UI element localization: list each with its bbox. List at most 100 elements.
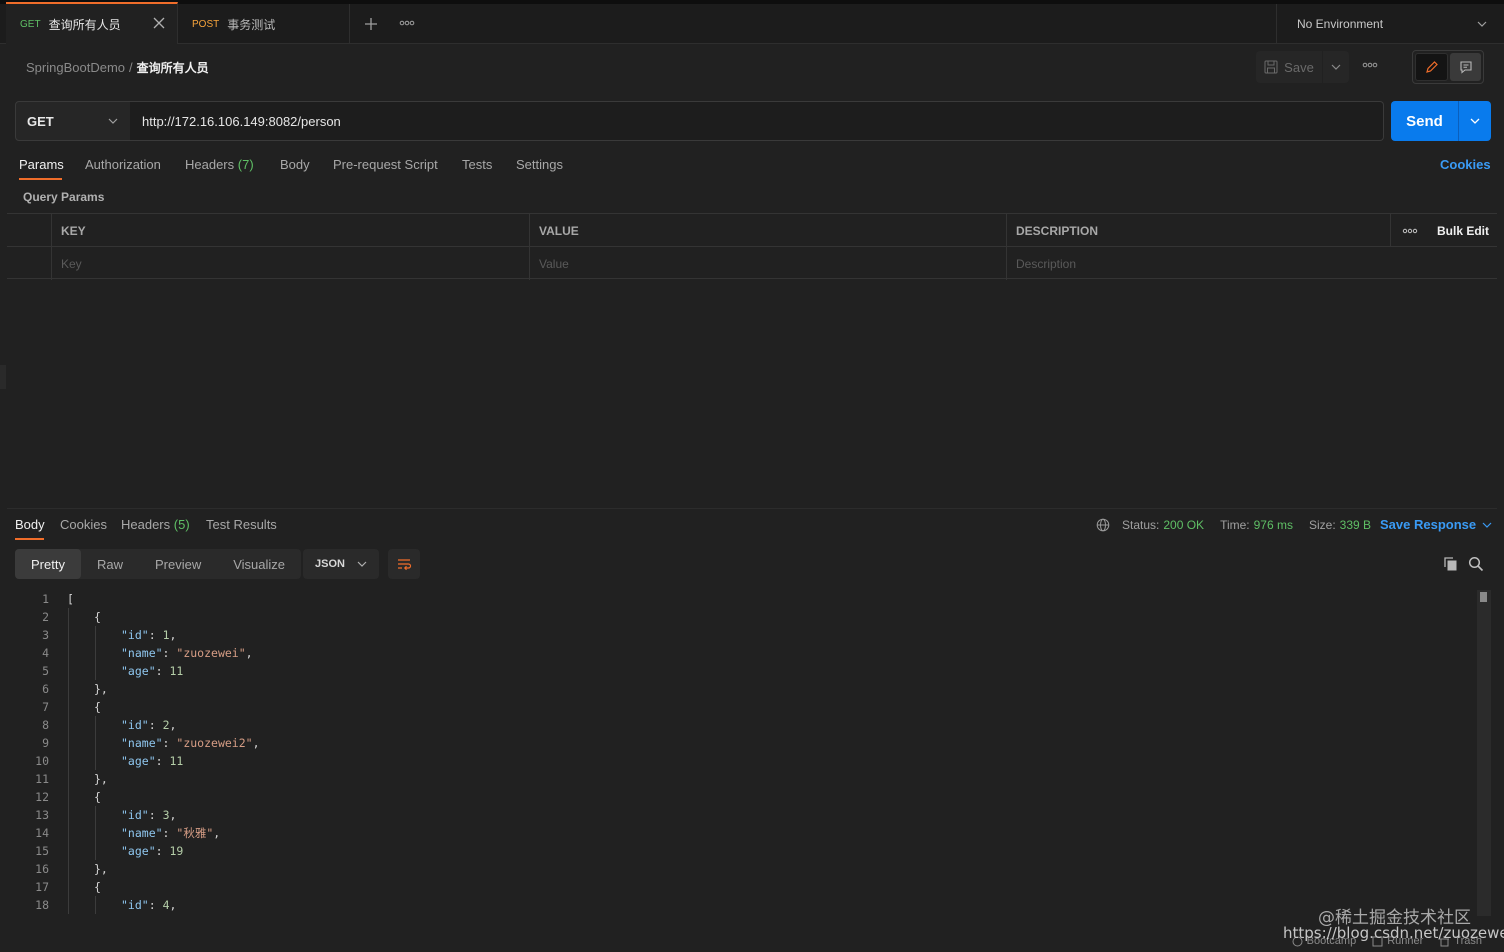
code-token: },	[94, 862, 108, 876]
bulk-edit-button[interactable]: Bulk Edit	[1428, 214, 1497, 247]
close-icon[interactable]	[153, 17, 165, 29]
tab-title: 事务测试	[227, 17, 276, 32]
response-tab-cookies[interactable]: Cookies	[60, 517, 107, 532]
globe-icon[interactable]	[1096, 518, 1110, 532]
save-button[interactable]: Save	[1256, 51, 1322, 83]
tab-authorization[interactable]: Authorization	[85, 157, 161, 172]
tab-get-request[interactable]: GET 查询所有人员	[6, 2, 178, 44]
comments-button[interactable]	[1450, 53, 1481, 81]
code-line: 2{	[7, 608, 1475, 626]
table-more-options-icon[interactable]	[1390, 214, 1428, 247]
code-token: ,	[169, 628, 177, 642]
table-header-row: KEY VALUE DESCRIPTION Bulk Edit	[7, 213, 1497, 247]
response-body-code[interactable]: 1[2{3 "id": 1, 4 "name": "zuozewei", 5 "age":…	[7, 590, 1475, 922]
code-token: :	[148, 808, 163, 822]
send-dropdown-chevron-icon[interactable]	[1459, 116, 1491, 126]
save-dropdown-button[interactable]	[1323, 51, 1349, 83]
code-token: "name"	[121, 646, 163, 660]
environment-selector[interactable]: No Environment	[1276, 4, 1504, 44]
view-preview-button[interactable]: Preview	[139, 549, 217, 579]
code-token: {	[94, 610, 101, 624]
response-meta: Status: 200 OK Time: 976 ms Size: 339 B	[1096, 518, 1371, 532]
scrollbar[interactable]	[1477, 590, 1491, 916]
tab-body[interactable]: Body	[280, 157, 310, 172]
code-token: ,	[245, 646, 253, 660]
line-number: 1	[42, 592, 49, 606]
code-token: },	[94, 682, 108, 696]
code-token: :	[162, 646, 177, 660]
indent-guide	[95, 662, 96, 680]
tab-params[interactable]: Params	[19, 157, 64, 172]
code-line: 10 "age": 11	[7, 752, 1475, 770]
cookies-link[interactable]: Cookies	[1440, 157, 1491, 172]
code-token: 3	[162, 808, 170, 822]
view-raw-button[interactable]: Raw	[81, 549, 139, 579]
code-token: ,	[169, 898, 177, 912]
breadcrumb-collection[interactable]: SpringBootDemo	[26, 60, 125, 75]
view-pretty-button[interactable]: Pretty	[15, 549, 81, 579]
edit-mode-button[interactable]	[1415, 53, 1448, 81]
code-token: "zuozewei"	[176, 646, 246, 660]
code-token: {	[94, 700, 101, 714]
response-tab-body[interactable]: Body	[15, 517, 45, 532]
line-number: 2	[42, 610, 49, 624]
wrap-lines-button[interactable]	[388, 549, 420, 579]
code-line: 15 "age": 19	[7, 842, 1475, 860]
code-text: "age": 11	[121, 752, 183, 770]
description-input[interactable]: Description	[1006, 247, 1497, 280]
code-text: },	[94, 860, 108, 878]
scrollbar-thumb[interactable]	[1480, 592, 1487, 602]
line-number: 10	[35, 754, 49, 768]
more-tabs-icon[interactable]	[399, 16, 415, 30]
tab-headers[interactable]: Headers (7)	[185, 157, 254, 172]
response-tab-test-results[interactable]: Test Results	[206, 517, 277, 532]
indent-guide	[95, 716, 96, 734]
indent-guide	[95, 644, 96, 662]
method-select[interactable]: GET	[15, 101, 131, 141]
line-number: 15	[35, 844, 49, 858]
indent-guide	[95, 824, 96, 842]
size-value[interactable]: 339 B	[1340, 518, 1371, 532]
key-input[interactable]: Key	[51, 247, 529, 280]
response-tab-headers[interactable]: Headers (5)	[121, 517, 190, 532]
code-token: :	[155, 844, 170, 858]
code-line: 11},	[7, 770, 1475, 788]
sidebar-resize-handle[interactable]	[0, 365, 6, 389]
copy-icon[interactable]	[1443, 556, 1459, 572]
code-line: 18 "id": 4,	[7, 896, 1475, 914]
new-tab-plus-icon[interactable]	[364, 17, 378, 31]
format-select[interactable]: JSON	[303, 549, 379, 579]
code-token: 2	[162, 718, 170, 732]
code-token: 1	[162, 628, 170, 642]
code-token: ,	[169, 718, 177, 732]
save-response-button[interactable]: Save Response	[1380, 517, 1492, 532]
page-title[interactable]: 查询所有人员	[137, 61, 209, 75]
code-token: "age"	[121, 664, 156, 678]
column-header-description: DESCRIPTION	[1006, 214, 1390, 247]
time-value[interactable]: 976 ms	[1254, 518, 1293, 532]
indent-guide	[68, 878, 69, 896]
tab-tests[interactable]: Tests	[462, 157, 492, 172]
value-input[interactable]: Value	[529, 247, 1006, 280]
indent-guide	[68, 896, 69, 914]
code-token: :	[148, 718, 163, 732]
url-input[interactable]	[130, 101, 1384, 141]
code-token: :	[148, 898, 163, 912]
tab-post-request[interactable]: POST 事务测试	[178, 4, 350, 44]
search-icon[interactable]	[1468, 556, 1484, 572]
status-value[interactable]: 200 OK	[1163, 518, 1204, 532]
pane-divider[interactable]	[7, 508, 1497, 509]
code-token: [	[67, 592, 74, 606]
chevron-down-icon	[108, 116, 118, 126]
tab-settings[interactable]: Settings	[516, 157, 563, 172]
code-token: :	[162, 736, 177, 750]
send-button[interactable]: Send	[1391, 101, 1491, 141]
code-token: },	[94, 772, 108, 786]
tab-pre-request-script[interactable]: Pre-request Script	[333, 157, 438, 172]
response-view-selector: Pretty Raw Preview Visualize	[15, 549, 302, 579]
more-options-icon[interactable]	[1362, 58, 1378, 72]
code-token: "id"	[121, 808, 149, 822]
chevron-down-icon	[1482, 520, 1492, 530]
breadcrumb: SpringBootDemo / 查询所有人员	[26, 59, 209, 76]
view-visualize-button[interactable]: Visualize	[217, 549, 301, 579]
